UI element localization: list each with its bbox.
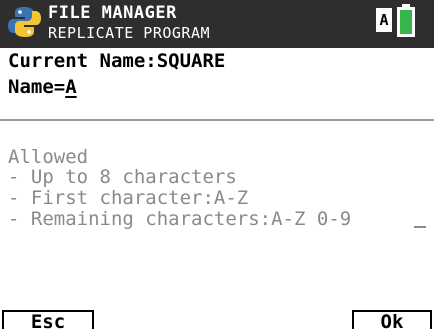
help-line: - Up to 8 characters [8,166,237,188]
python-logo-icon [8,7,41,37]
help-line: - Remaining characters:A-Z 0-9 [8,208,352,230]
alpha-mode-indicator: A [376,8,392,32]
screen-subtitle: REPLICATE PROGRAM [48,24,211,42]
current-name-label: Current Name:SQUARE [8,50,226,72]
esc-button[interactable]: Esc [2,310,94,329]
divider [0,119,434,121]
title-bar: FILE MANAGER REPLICATE PROGRAM A [0,0,434,48]
help-line: - First character:A-Z [8,187,249,209]
help-heading: Allowed [8,146,89,168]
ok-button[interactable]: Ok [352,310,432,329]
name-input[interactable]: A [65,76,76,98]
battery-icon [397,4,415,37]
app-title: FILE MANAGER [48,3,177,23]
name-field-label: Name= [8,76,66,98]
text-cursor [414,226,426,228]
name-row: Name=A [8,76,77,98]
